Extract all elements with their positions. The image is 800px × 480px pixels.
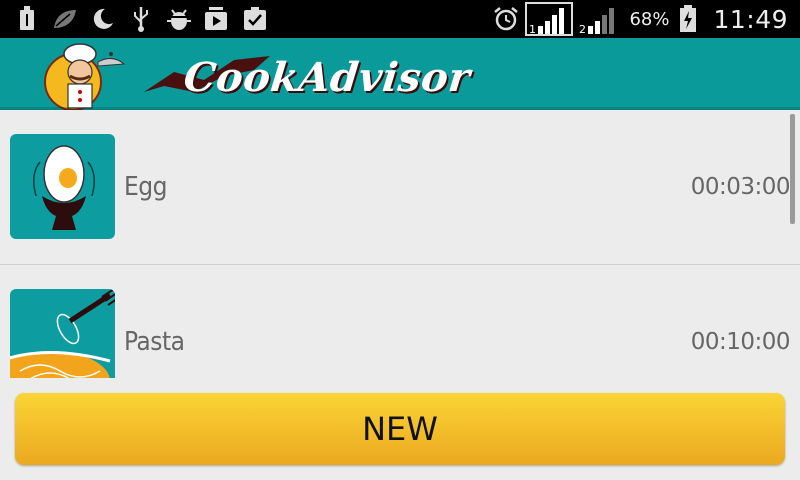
egg-icon bbox=[10, 134, 115, 239]
sim2-signal-icon: 2 bbox=[579, 4, 619, 34]
pasta-fork-icon bbox=[10, 289, 115, 378]
alarm-icon bbox=[493, 6, 519, 32]
app-logo-text: CookAdvisor bbox=[181, 54, 473, 101]
list-item-time: 00:03:00 bbox=[690, 174, 791, 200]
android-bug-icon bbox=[166, 6, 192, 32]
list-item-time: 00:10:00 bbox=[690, 329, 791, 355]
svg-text:1: 1 bbox=[529, 23, 536, 34]
clipboard-check-icon bbox=[242, 6, 268, 32]
list-scrollbar[interactable] bbox=[790, 114, 795, 224]
recipe-list[interactable]: Egg 00:03:00 Pasta 00:10:00 bbox=[0, 110, 800, 378]
status-bar: 1 2 68% 11:49 bbox=[0, 0, 800, 38]
battery-charging-icon bbox=[675, 5, 701, 32]
chef-mascot-icon bbox=[28, 40, 132, 110]
sim1-signal-icon: 1 bbox=[525, 2, 574, 36]
leaf-icon bbox=[52, 6, 78, 32]
moon-icon bbox=[90, 6, 116, 32]
list-item[interactable]: Egg 00:03:00 bbox=[0, 110, 800, 265]
list-item-name: Pasta bbox=[124, 327, 185, 357]
battery-percent: 68% bbox=[629, 8, 670, 30]
status-bar-left bbox=[0, 0, 268, 38]
clock: 11:49 bbox=[713, 4, 788, 34]
status-bar-right: 1 2 68% 11:49 bbox=[493, 0, 800, 38]
media-play-icon bbox=[204, 6, 230, 32]
app-bar: CookAdvisor bbox=[0, 38, 800, 110]
list-item[interactable]: Pasta 00:10:00 bbox=[0, 265, 791, 378]
svg-text:2: 2 bbox=[579, 23, 586, 34]
list-item-name: Egg bbox=[124, 172, 167, 202]
usb-debug-icon bbox=[128, 6, 154, 32]
new-button[interactable]: NEW bbox=[15, 393, 785, 465]
usb-icon bbox=[14, 6, 40, 32]
